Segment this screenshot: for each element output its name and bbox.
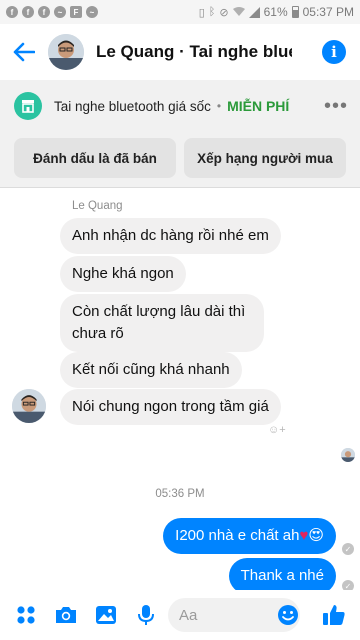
notification-icons: f f f ~ F ~ (6, 6, 98, 18)
message-incoming[interactable]: Anh nhận dc hàng rồi nhé em (60, 218, 281, 254)
delivered-icon: ✓ (342, 543, 354, 555)
message-timestamp: 05:36 PM (155, 488, 205, 500)
delivered-icon: ✓ (342, 580, 354, 590)
message-incoming[interactable]: Nghe khá ngon (60, 256, 186, 292)
add-reaction-icon[interactable]: ☺+ (268, 424, 290, 438)
battery-icon (291, 6, 299, 18)
product-row[interactable]: Tai nghe bluetooth giá sốc • MIỄN PHÍ ••… (0, 80, 360, 132)
product-price: MIỄN PHÍ (227, 98, 290, 114)
marketplace-product-bar: Tai nghe bluetooth giá sốc • MIỄN PHÍ ••… (0, 80, 360, 188)
gallery-icon[interactable] (94, 603, 118, 627)
avatar-image (341, 448, 355, 462)
microphone-icon[interactable] (134, 603, 158, 627)
heart-eyes-emoji: 😍 (308, 527, 324, 544)
emoji-icon[interactable] (276, 603, 300, 627)
message-outgoing-text: I200 nhà e chất ah (175, 527, 300, 544)
system-icons: ▯ ᛒ ⊘ 61% 05:37 PM (199, 5, 354, 19)
message-incoming[interactable]: Nói chung ngon trong tầm giá (60, 389, 281, 425)
back-arrow-icon (13, 42, 35, 62)
camera-icon[interactable] (54, 603, 78, 627)
message-outgoing[interactable]: I200 nhà e chất ah♥😍 (163, 518, 336, 554)
separator-dot: • (216, 99, 222, 113)
status-bar: f f f ~ F ~ ▯ ᛒ ⊘ 61% 05:37 PM (0, 0, 360, 24)
seen-avatar (341, 448, 355, 462)
thumbs-up-icon[interactable] (322, 603, 346, 627)
contact-avatar[interactable] (48, 34, 84, 70)
conversation-title[interactable]: Le Quang · Tai nghe bluetooth giá sốc (96, 42, 292, 62)
message-list[interactable]: Le Quang Anh nhận dc hàng rồi nhé em Ngh… (0, 188, 360, 590)
conversation-header: Le Quang · Tai nghe bluetooth giá sốc i (0, 24, 360, 80)
signal-icon (248, 6, 260, 18)
facebook-icon: f (38, 6, 50, 18)
facebook-icon: f (6, 6, 18, 18)
mute-icon: ⊘ (219, 6, 229, 19)
more-icon[interactable]: ••• (324, 96, 348, 116)
message-incoming[interactable]: Còn chất lượng lâu dài thì chưa rõ (60, 294, 264, 352)
back-button[interactable] (0, 24, 48, 80)
flipboard-icon: F (70, 6, 82, 18)
avatar-image (48, 34, 84, 70)
mark-as-sold-button[interactable]: Đánh dấu là đã bán (14, 138, 176, 178)
messenger-icon: ~ (54, 6, 66, 18)
apps-icon[interactable] (14, 603, 38, 627)
sender-name: Le Quang (72, 200, 123, 212)
messenger-icon: ~ (86, 6, 98, 18)
sender-avatar[interactable] (12, 389, 46, 423)
vibrate-icon: ▯ (198, 6, 205, 19)
avatar-image (12, 389, 46, 423)
message-composer (0, 590, 360, 640)
rate-buyer-button[interactable]: Xếp hạng người mua (184, 138, 346, 178)
wifi-icon (232, 7, 245, 16)
shop-icon (14, 92, 42, 120)
product-name: Tai nghe bluetooth giá sốc (54, 98, 211, 114)
battery-percent: 61% (263, 5, 288, 19)
message-outgoing[interactable]: Thank a nhé (228, 558, 336, 590)
info-icon[interactable]: i (322, 40, 346, 64)
clock: 05:37 PM (302, 5, 354, 19)
messenger-screen: f f f ~ F ~ ▯ ᛒ ⊘ 61% 05:37 PM Le Quang … (0, 0, 360, 640)
message-incoming[interactable]: Kết nối cũng khá nhanh (60, 352, 242, 388)
bluetooth-icon: ᛒ (208, 6, 216, 18)
facebook-icon: f (22, 6, 34, 18)
